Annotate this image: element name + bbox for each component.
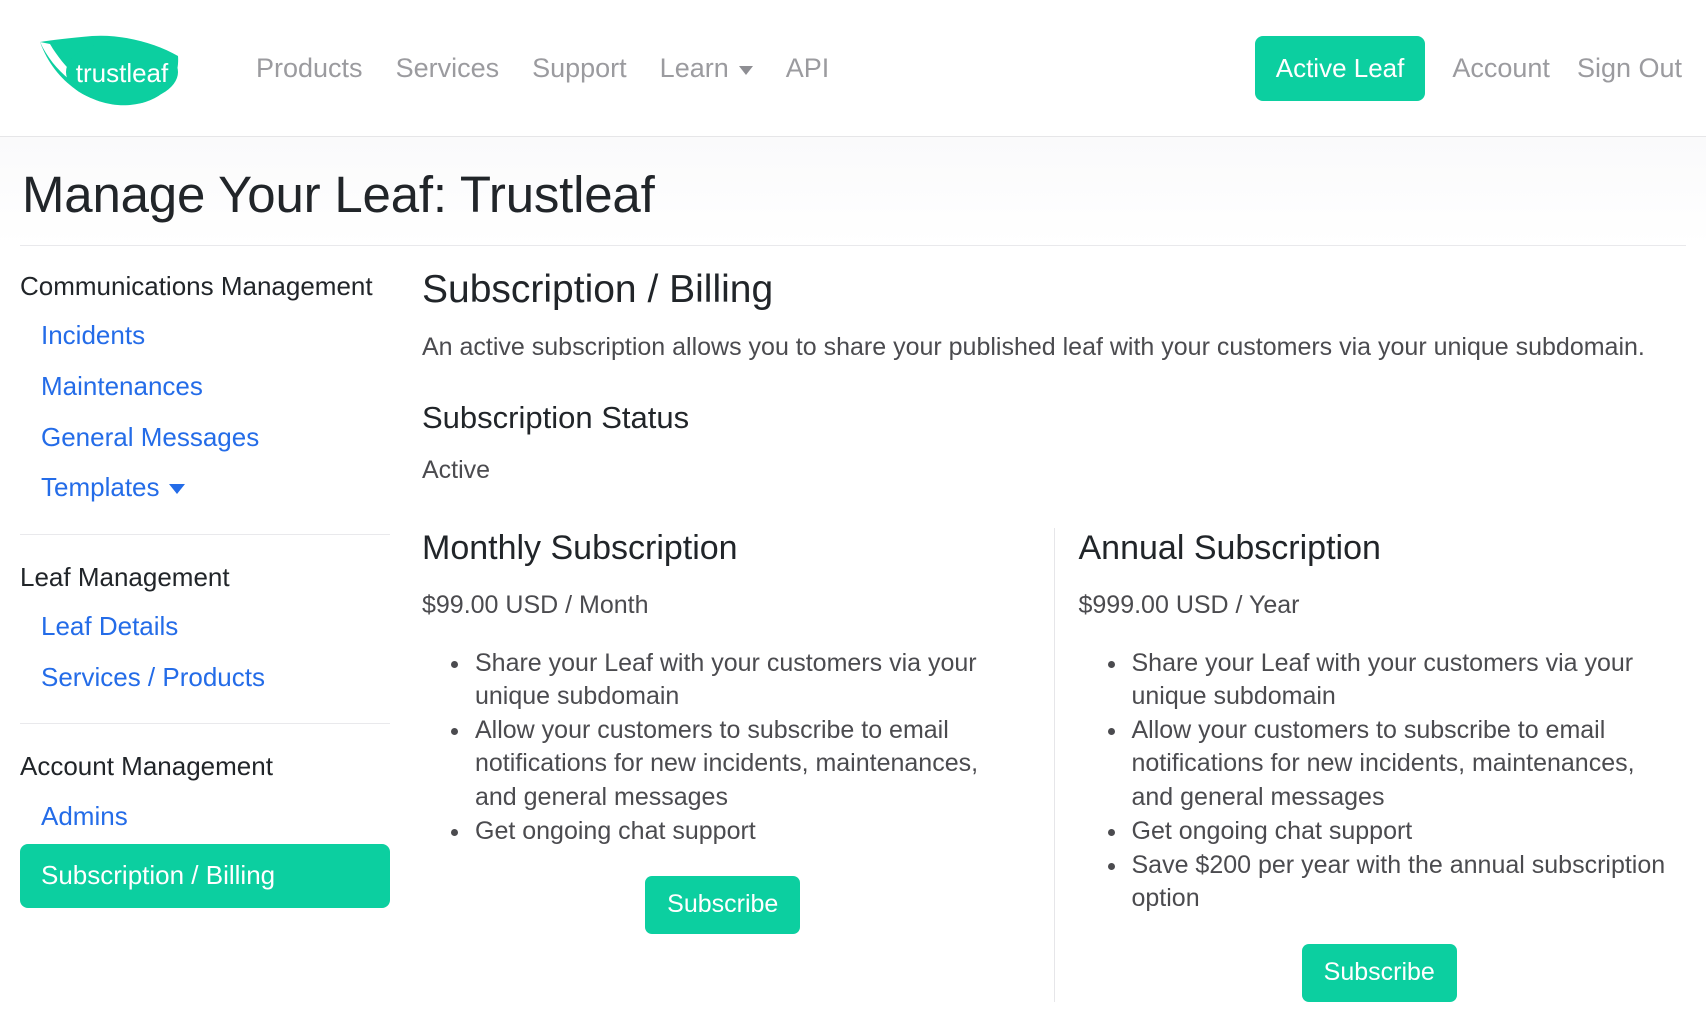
- page-layout: Communications Management Incidents Main…: [0, 246, 1706, 1002]
- plan-price-annual: $999.00 USD / Year: [1078, 591, 1300, 620]
- nav-link-support[interactable]: Support: [532, 54, 627, 82]
- active-leaf-button[interactable]: Active Leaf: [1254, 35, 1426, 101]
- plan-card-monthly: Monthly Subscription $99.00 USD / Month …: [422, 528, 1054, 1001]
- list-item: Get ongoing chat support: [1128, 815, 1681, 848]
- svg-text:trustleaf: trustleaf: [76, 58, 169, 88]
- plan-title-monthly: Monthly Subscription: [422, 529, 738, 568]
- plans-container: Monthly Subscription $99.00 USD / Month …: [422, 528, 1681, 1002]
- subscribe-wrap-monthly: Subscribe: [422, 876, 1024, 935]
- subscription-status-value: Active: [422, 455, 491, 484]
- subscribe-button-monthly[interactable]: Subscribe: [645, 876, 801, 935]
- sidebar-item-subscription-billing[interactable]: Subscription / Billing: [20, 844, 390, 909]
- sidebar-item-templates[interactable]: Templates: [20, 462, 390, 513]
- sidebar-heading-communications: Communications Management: [20, 271, 373, 302]
- chevron-down-icon: [738, 65, 753, 75]
- brand-logo[interactable]: trustleaf: [34, 26, 202, 110]
- nav-link-api[interactable]: API: [786, 54, 830, 82]
- sidebar-group-communications: Communications Management Incidents Main…: [20, 268, 390, 513]
- nav-link-products[interactable]: Products: [256, 54, 363, 82]
- main-content: Subscription / Billing An active subscri…: [410, 268, 1706, 1002]
- sidebar-item-services-products[interactable]: Services / Products: [20, 652, 390, 703]
- sidebar-divider-1: [20, 533, 390, 535]
- subscribe-wrap-annual: Subscribe: [1079, 943, 1681, 1002]
- subscribe-button-annual[interactable]: Subscribe: [1301, 943, 1457, 1002]
- nav-right-group: Active Leaf Account Sign Out: [1254, 35, 1682, 101]
- sidebar-item-general-messages[interactable]: General Messages: [20, 412, 390, 463]
- plan-features-annual: Share your Leaf with your customers via …: [1079, 647, 1681, 916]
- top-navbar: trustleaf Products Services Support Lear…: [0, 0, 1706, 137]
- list-item: Save $200 per year with the annual subsc…: [1128, 849, 1681, 916]
- list-item: Allow your customers to subscribe to ema…: [471, 714, 1024, 814]
- nav-link-account[interactable]: Account: [1452, 54, 1550, 82]
- chevron-down-icon: [168, 483, 185, 494]
- sidebar-item-incidents[interactable]: Incidents: [20, 310, 390, 361]
- sidebar-divider-2: [20, 723, 390, 725]
- sidebar-item-templates-label: Templates: [41, 472, 160, 503]
- list-item: Get ongoing chat support: [471, 815, 1024, 848]
- list-item: Allow your customers to subscribe to ema…: [1128, 714, 1681, 814]
- sidebar-heading-leaf: Leaf Management: [20, 561, 230, 592]
- page-header: Manage Your Leaf: Trustleaf: [0, 137, 1706, 247]
- sidebar-item-leaf-details[interactable]: Leaf Details: [20, 601, 390, 652]
- plan-features-monthly: Share your Leaf with your customers via …: [422, 647, 1024, 849]
- list-item: Share your Leaf with your customers via …: [471, 647, 1024, 714]
- page-title: Manage Your Leaf: Trustleaf: [22, 166, 655, 223]
- content-title: Subscription / Billing: [422, 268, 774, 312]
- sidebar-group-leaf: Leaf Management Leaf Details Services / …: [20, 559, 390, 703]
- nav-link-learn-label: Learn: [659, 52, 729, 83]
- nav-link-sign-out[interactable]: Sign Out: [1577, 54, 1682, 82]
- plan-card-annual: Annual Subscription $999.00 USD / Year S…: [1053, 528, 1681, 1002]
- primary-nav: Products Services Support Learn API: [256, 52, 830, 83]
- sidebar: Communications Management Incidents Main…: [0, 268, 410, 909]
- content-lead: An active subscription allows you to sha…: [422, 332, 1645, 361]
- leaf-icon: trustleaf: [40, 35, 179, 106]
- plan-title-annual: Annual Subscription: [1078, 529, 1381, 568]
- plan-price-monthly: $99.00 USD / Month: [422, 591, 649, 620]
- sidebar-heading-account: Account Management: [20, 751, 273, 782]
- nav-link-services[interactable]: Services: [396, 54, 500, 82]
- nav-link-learn[interactable]: Learn: [659, 52, 753, 83]
- subscription-status-heading: Subscription Status: [422, 399, 690, 435]
- sidebar-group-account: Account Management Admins Subscription /…: [20, 748, 390, 909]
- sidebar-item-maintenances[interactable]: Maintenances: [20, 361, 390, 412]
- list-item: Share your Leaf with your customers via …: [1128, 647, 1681, 714]
- sidebar-item-admins[interactable]: Admins: [20, 791, 390, 842]
